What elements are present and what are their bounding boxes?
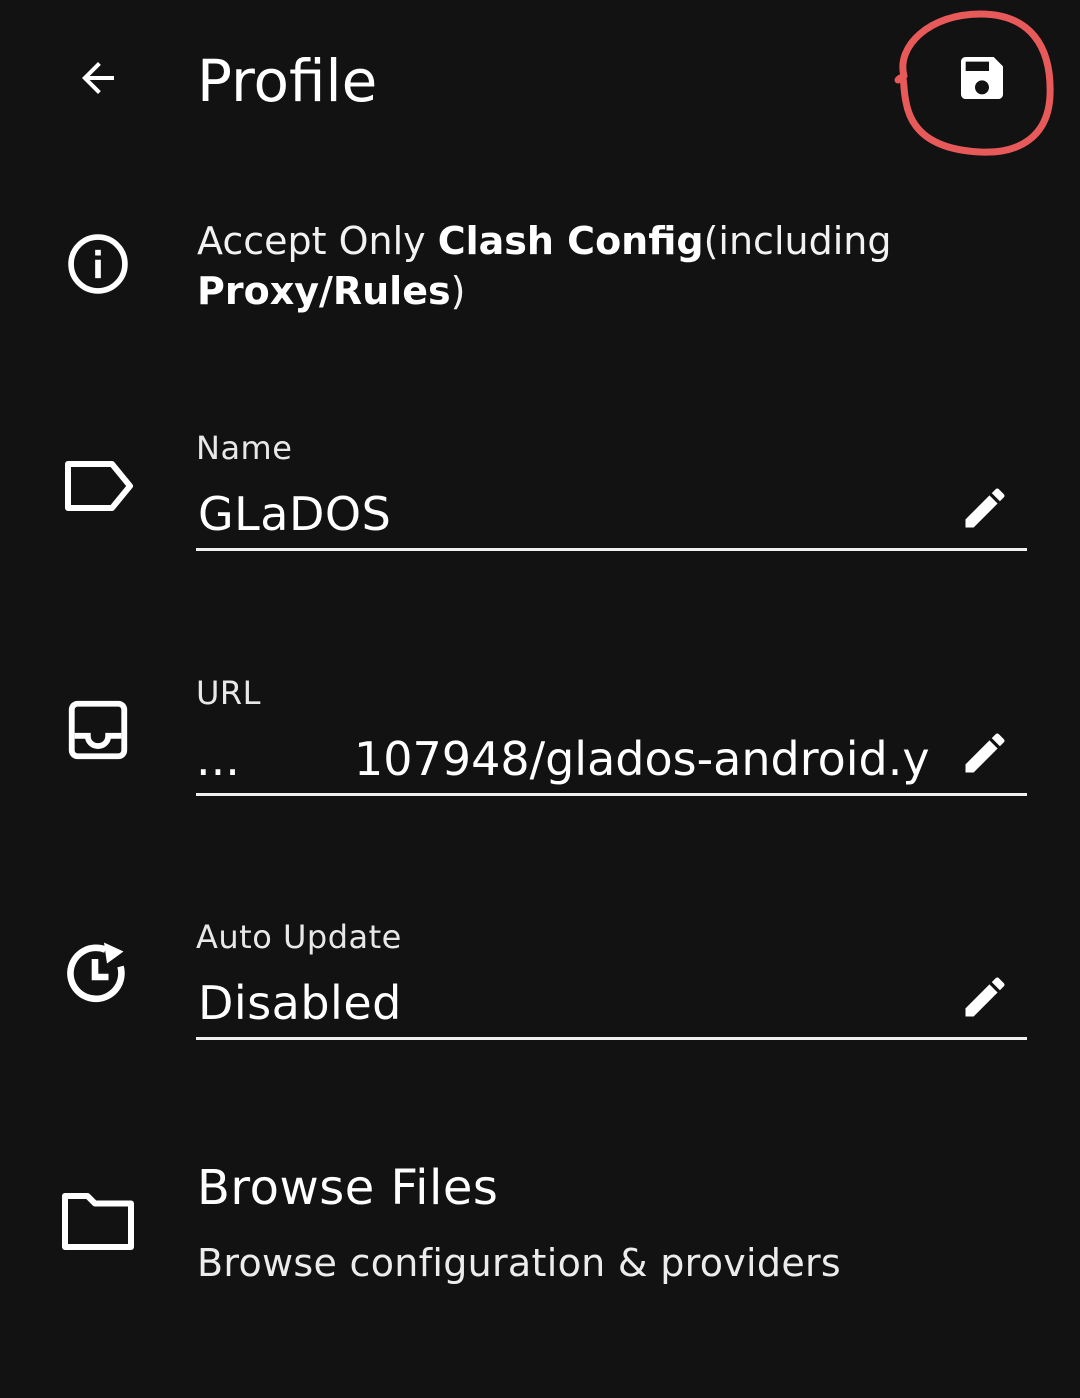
label-tag-icon: [58, 446, 138, 526]
url-field-label: URL: [196, 674, 261, 712]
auto-update-input[interactable]: Disabled: [196, 973, 1027, 1040]
save-floppy-icon: [961, 57, 1003, 99]
inbox-tray-icon: [58, 690, 138, 770]
auto-update-field-label: Auto Update: [196, 918, 402, 956]
folder-icon: [58, 1180, 138, 1260]
arrow-back-icon: [82, 62, 114, 94]
browse-files-subtitle: Browse configuration & providers: [197, 1241, 842, 1285]
auto-update-field[interactable]: Auto Update Disabled: [196, 917, 1027, 1040]
url-text: 107948/glados-android.y: [354, 732, 930, 786]
name-value: GLaDOS: [198, 487, 392, 541]
info-tip-text: Accept Only Clash Config(including Proxy…: [197, 216, 1037, 316]
url-input[interactable]: ... 107948/glados-android.y: [196, 729, 1027, 796]
url-value: ... 107948/glados-android.y: [196, 729, 941, 791]
pencil-edit-icon: [965, 977, 1005, 1017]
auto-update-value: Disabled: [198, 976, 402, 1030]
tip-segment-bold: Proxy/Rules: [197, 269, 451, 313]
app-bar: Profile: [0, 0, 1080, 165]
page-title: Profile: [197, 47, 378, 115]
save-button[interactable]: [936, 32, 1028, 124]
url-field[interactable]: URL ... 107948/glados-android.y: [196, 673, 1027, 796]
tip-segment-bold: Clash Config: [437, 219, 704, 263]
pencil-edit-icon: [965, 733, 1005, 773]
edit-auto-update-button[interactable]: [955, 967, 1015, 1027]
name-field[interactable]: Name GLaDOS: [196, 428, 1027, 551]
name-input[interactable]: GLaDOS: [196, 484, 1027, 551]
tip-segment: ): [450, 269, 466, 313]
back-button[interactable]: [52, 32, 144, 124]
pencil-edit-icon: [965, 488, 1005, 528]
tip-segment: (including: [703, 219, 892, 263]
edit-name-button[interactable]: [955, 478, 1015, 538]
tip-segment: Accept Only: [197, 219, 438, 263]
browse-files-row[interactable]: [0, 1130, 1080, 1320]
update-clock-icon: [58, 934, 138, 1014]
browse-files-title: Browse Files: [197, 1160, 499, 1216]
name-field-label: Name: [196, 429, 293, 467]
info-icon: [58, 224, 138, 304]
url-ellipsis: ...: [196, 732, 240, 786]
edit-url-button[interactable]: [955, 723, 1015, 783]
